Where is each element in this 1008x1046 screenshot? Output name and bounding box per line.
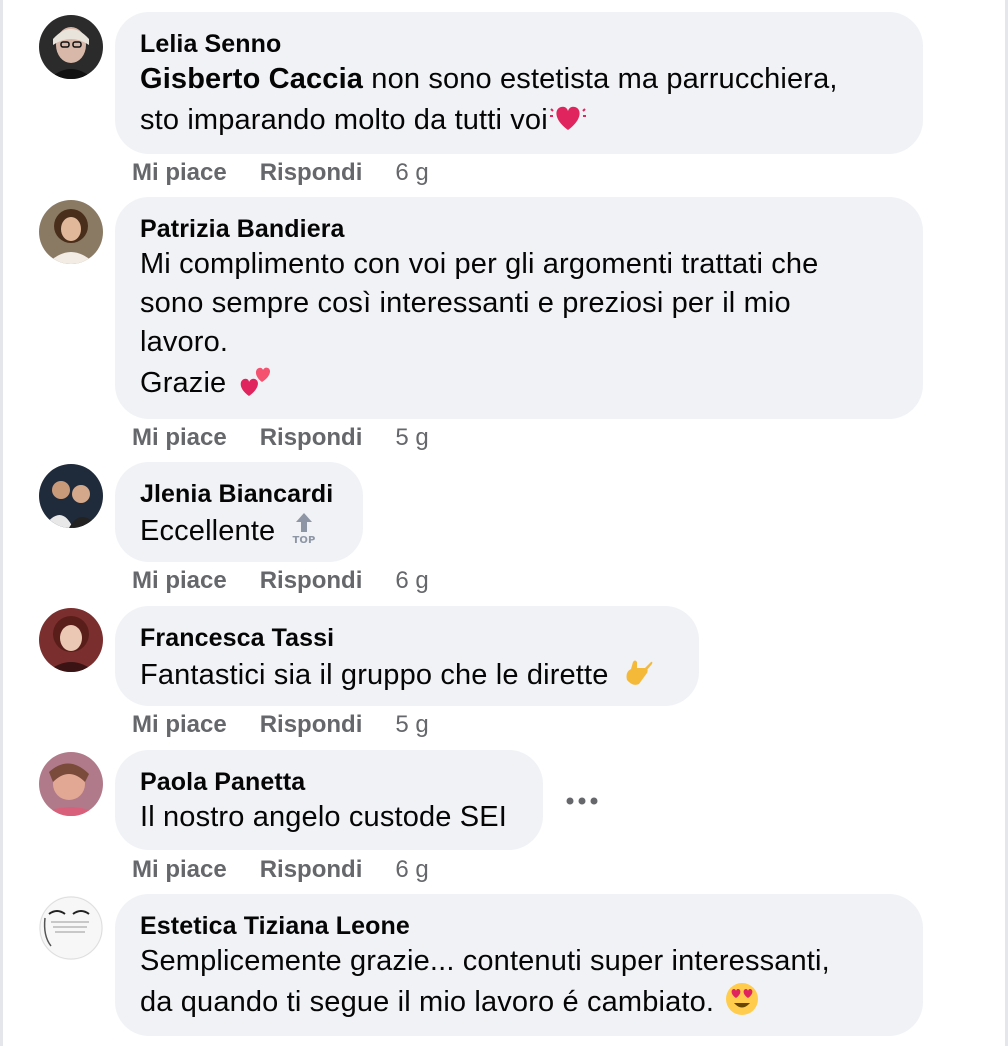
comments-panel: Lelia Senno Gisberto Caccia non sono est… [0, 0, 1008, 1046]
comment-timestamp[interactable]: 6 g [395, 566, 428, 596]
beating-heart-icon [549, 99, 586, 135]
comment-author[interactable]: Jlenia Biancardi [140, 478, 339, 510]
avatar[interactable] [39, 200, 103, 264]
comment-timestamp[interactable]: 5 g [395, 710, 428, 740]
call-me-hand-icon [619, 654, 655, 690]
like-button[interactable]: Mi piace [132, 566, 227, 596]
comment-bubble: Paola Panetta Il nostro angelo custode S… [115, 750, 543, 850]
heart-eyes-icon [724, 981, 760, 1017]
comment-author[interactable]: Lelia Senno [140, 28, 899, 60]
avatar[interactable] [39, 15, 103, 79]
comment-text: Semplicemente grazie... contenuti super … [140, 945, 830, 1018]
avatar[interactable] [39, 464, 103, 528]
comment-timestamp[interactable]: 5 g [395, 423, 428, 453]
avatar[interactable] [39, 896, 103, 960]
svg-text:TOP: TOP [292, 535, 315, 546]
mention-link[interactable]: Gisberto Caccia [140, 63, 363, 95]
comment-actions: Mi piace Rispondi 6 g [132, 566, 462, 596]
comment-actions: Mi piace Rispondi 5 g [132, 423, 462, 453]
reply-button[interactable]: Rispondi [260, 855, 363, 885]
comment-actions: Mi piace Rispondi 5 g [132, 710, 462, 740]
comment-text: Gisberto Caccia non sono estetista ma pa… [140, 63, 838, 136]
comment-text: Il nostro angelo custode SEI [140, 801, 507, 833]
more-options-icon[interactable] [565, 794, 599, 808]
comment-bubble: Patrizia Bandiera Mi complimento con voi… [115, 197, 923, 419]
comment-actions: Mi piace Rispondi 6 g [132, 158, 462, 188]
comment-author[interactable]: Patrizia Bandiera [140, 213, 899, 245]
top-arrow-icon: TOP [286, 510, 322, 546]
comment-author[interactable]: Francesca Tassi [140, 622, 675, 654]
comment-bubble: Estetica Tiziana Leone Semplicemente gra… [115, 894, 923, 1036]
like-button[interactable]: Mi piace [132, 423, 227, 453]
comment-text: Fantastici sia il gruppo che le dirette [140, 654, 675, 695]
two-hearts-icon [237, 362, 273, 398]
comment-actions: Mi piace Rispondi 6 g [132, 855, 462, 885]
comment-text: Eccellente TOP [140, 510, 339, 551]
reply-button[interactable]: Rispondi [260, 423, 363, 453]
comment-bubble: Jlenia Biancardi Eccellente TOP [115, 462, 363, 562]
comment-timestamp[interactable]: 6 g [395, 158, 428, 188]
like-button[interactable]: Mi piace [132, 158, 227, 188]
avatar[interactable] [39, 608, 103, 672]
comment-timestamp[interactable]: 6 g [395, 855, 428, 885]
reply-button[interactable]: Rispondi [260, 710, 363, 740]
like-button[interactable]: Mi piace [132, 710, 227, 740]
comment-bubble: Lelia Senno Gisberto Caccia non sono est… [115, 12, 923, 154]
comment-author[interactable]: Estetica Tiziana Leone [140, 910, 899, 942]
like-button[interactable]: Mi piace [132, 855, 227, 885]
reply-button[interactable]: Rispondi [260, 158, 363, 188]
comment-text: Mi complimento con voi per gli argomenti… [140, 248, 819, 399]
reply-button[interactable]: Rispondi [260, 566, 363, 596]
comment-bubble: Francesca Tassi Fantastici sia il gruppo… [115, 606, 699, 706]
comment-author[interactable]: Paola Panetta [140, 766, 519, 798]
avatar[interactable] [39, 752, 103, 816]
